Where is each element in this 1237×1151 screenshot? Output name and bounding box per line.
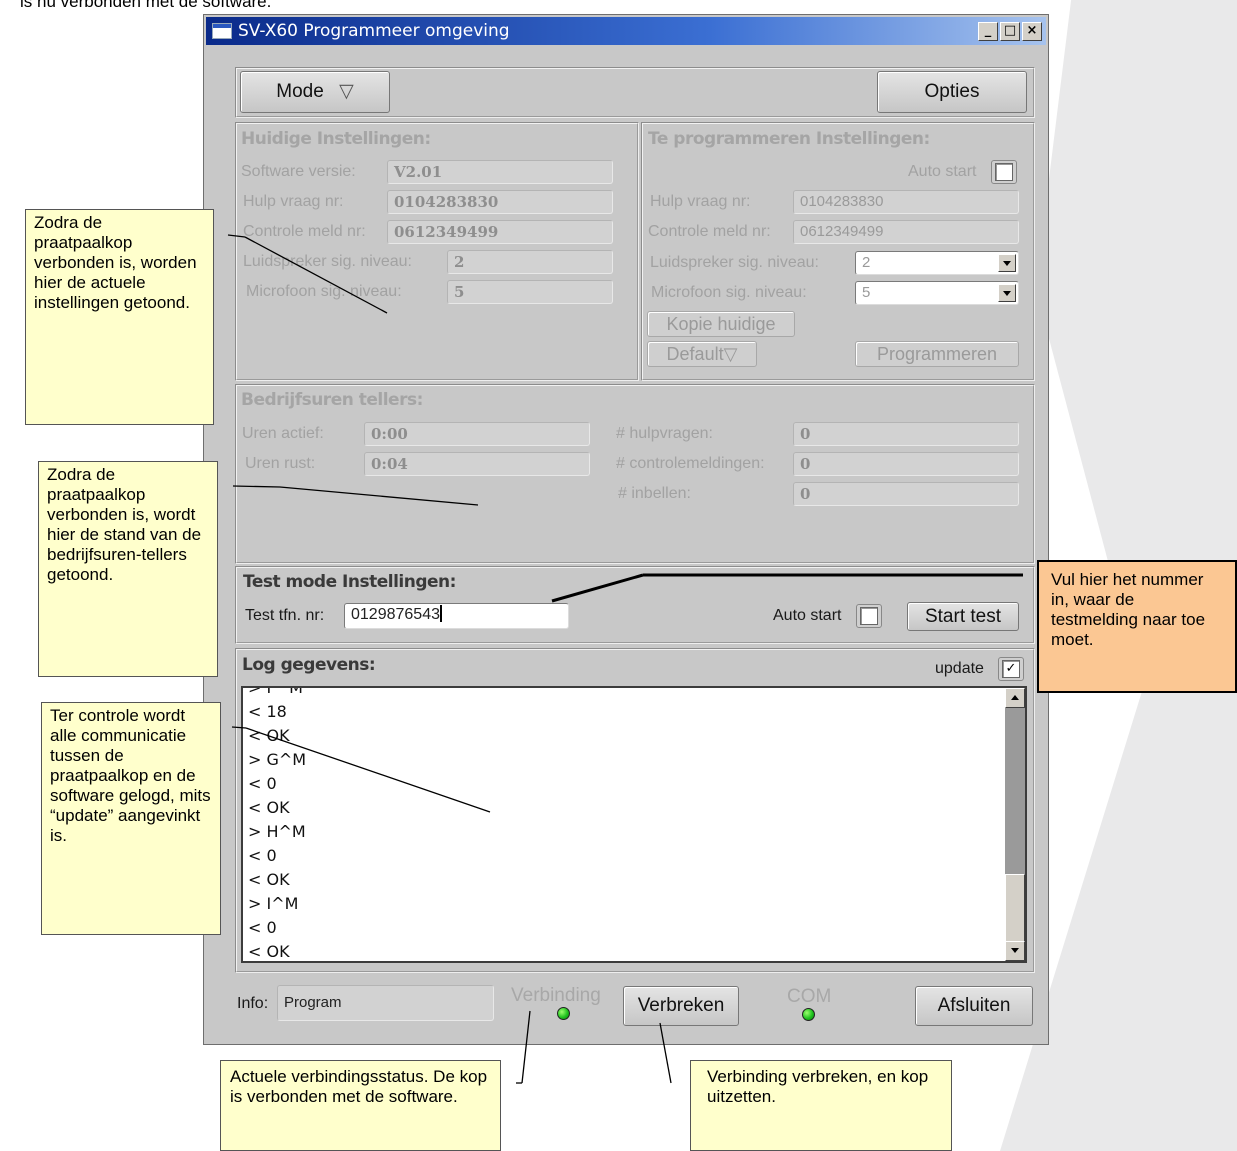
log-textarea[interactable]: > F^M < 18 < OK > G^M < 0 < OK > H^M < 0… <box>241 686 1027 963</box>
test-phone-value: 0129876543 <box>351 606 440 623</box>
program-speaker-label: Luidspreker sig. niveau: <box>650 254 819 271</box>
test-auto-start-checkbox[interactable] <box>860 607 878 625</box>
annotation-test-number: Vul hier het nummer in, waar de testmeld… <box>1037 560 1237 693</box>
program-auto-start-checkbox[interactable] <box>995 163 1013 181</box>
software-version-field: V2.01 <box>387 160 613 184</box>
log-title: Log gegevens: <box>242 655 376 675</box>
hours-rest-field: 0:04 <box>364 452 590 476</box>
control-nr-label: Controle meld nr: <box>243 223 366 240</box>
dialins-field: 0 <box>793 482 1019 506</box>
log-update-checkbox[interactable]: ✓ <box>1002 660 1020 678</box>
mode-dropdown-button[interactable]: Mode ▽ <box>240 71 390 113</box>
speaker-level-label: Luidspreker sig. niveau: <box>243 253 412 270</box>
title-bar[interactable]: SV-X60 Programmeer omgeving _ □ × <box>206 17 1046 45</box>
default-label: Default <box>666 344 724 364</box>
current-settings-title: Huidige Instellingen: <box>241 129 431 149</box>
log-line: < OK <box>248 798 290 817</box>
annotation-connection-status: Actuele verbindingsstatus. De kop is ver… <box>220 1060 501 1151</box>
program-mic-select[interactable]: 5 <box>855 281 1019 305</box>
log-line: < OK <box>248 870 290 889</box>
program-control-nr-field[interactable]: 0612349499 <box>793 220 1019 244</box>
mic-level-field: 5 <box>447 280 613 304</box>
chevron-down-icon: ▽ <box>339 81 354 102</box>
program-auto-start-label: Auto start <box>908 163 977 180</box>
control-nr-field: 0612349499 <box>387 220 613 244</box>
annotation-current-settings: Zodra de praatpaalkop verbonden is, word… <box>25 209 214 425</box>
options-button[interactable]: Opties <box>877 71 1027 113</box>
counters-title: Bedrijfsuren tellers: <box>241 390 423 410</box>
connection-status-led-icon <box>557 1007 570 1020</box>
control-msgs-field: 0 <box>793 452 1019 476</box>
page-top-text: is nu verbonden met de software. <box>20 0 272 11</box>
program-help-nr-field[interactable]: 0104283830 <box>793 190 1019 214</box>
log-line: > I^M <box>248 894 299 913</box>
dialins-label: # inbellen: <box>618 485 691 502</box>
copy-current-button[interactable]: Kopie huidige <box>647 311 795 337</box>
annotation-counters: Zodra de praatpaalkop verbonden is, word… <box>38 461 218 677</box>
program-button[interactable]: Programmeren <box>855 341 1019 367</box>
connection-label: Verbinding <box>511 985 601 1006</box>
mode-label: Mode <box>276 81 324 102</box>
com-status-led-icon <box>802 1008 815 1021</box>
info-label: Info: <box>237 995 269 1012</box>
minimize-button[interactable]: _ <box>978 22 998 41</box>
close-app-button[interactable]: Afsluiten <box>915 986 1033 1026</box>
close-button[interactable]: × <box>1022 22 1042 41</box>
log-line: < OK <box>248 942 290 961</box>
annotation-disconnect: Verbinding verbreken, en kop uitzetten. <box>690 1060 952 1151</box>
speaker-level-field: 2 <box>447 250 613 274</box>
log-line: > F^M <box>248 686 303 697</box>
help-requests-field: 0 <box>793 422 1019 446</box>
log-line: < OK <box>248 726 290 745</box>
test-phone-input[interactable]: 0129876543 <box>344 603 569 629</box>
hours-rest-label: Uren rust: <box>245 455 316 472</box>
help-nr-label: Hulp vraag nr: <box>243 193 344 210</box>
log-line: > G^M <box>248 750 307 769</box>
text-cursor <box>439 605 442 622</box>
program-settings-title: Te programmeren Instellingen: <box>648 129 930 149</box>
app-icon <box>212 23 232 39</box>
program-mic-value: 5 <box>862 284 871 301</box>
program-speaker-select[interactable]: 2 <box>855 251 1019 275</box>
default-dropdown-button[interactable]: Default▽ <box>647 341 757 367</box>
log-line: < 0 <box>248 774 277 793</box>
program-control-nr-label: Controle meld nr: <box>648 223 771 240</box>
disconnect-button[interactable]: Verbreken <box>623 986 739 1026</box>
hours-active-label: Uren actief: <box>242 425 324 442</box>
help-nr-field: 0104283830 <box>387 190 613 214</box>
test-auto-start-label: Auto start <box>773 607 842 624</box>
scroll-up-icon[interactable] <box>1005 688 1025 708</box>
log-line: < 18 <box>248 702 287 721</box>
maximize-button[interactable]: □ <box>1000 22 1020 41</box>
annotation-log: Ter controle wordt alle communicatie tus… <box>41 702 221 935</box>
test-mode-title: Test mode Instellingen: <box>243 572 456 592</box>
program-speaker-value: 2 <box>862 254 871 271</box>
chevron-down-icon: ▽ <box>723 344 738 364</box>
main-window: SV-X60 Programmeer omgeving _ □ × Mode ▽… <box>203 14 1049 1045</box>
window-title: SV-X60 Programmeer omgeving <box>238 21 510 41</box>
info-field: Program <box>277 985 494 1021</box>
com-label: COM <box>787 986 832 1007</box>
log-update-label: update <box>935 660 984 677</box>
chevron-down-icon[interactable] <box>998 254 1016 272</box>
control-msgs-label: # controlemeldingen: <box>616 455 765 472</box>
log-line: < 0 <box>248 918 277 937</box>
scroll-thumb[interactable] <box>1005 874 1025 944</box>
scroll-track[interactable] <box>1005 708 1025 874</box>
program-mic-label: Microfoon sig. niveau: <box>651 284 807 301</box>
scroll-down-icon[interactable] <box>1005 941 1025 961</box>
program-help-nr-label: Hulp vraag nr: <box>650 193 751 210</box>
mic-level-label: Microfoon sig. niveau: <box>246 283 402 300</box>
help-requests-label: # hulpvragen: <box>616 425 713 442</box>
test-phone-label: Test tfn. nr: <box>245 607 325 624</box>
log-lines: > F^M < 18 < OK > G^M < 0 < OK > H^M < 0… <box>248 686 307 961</box>
chevron-down-icon[interactable] <box>998 284 1016 302</box>
start-test-button[interactable]: Start test <box>907 602 1019 631</box>
window-controls: _ □ × <box>978 22 1042 41</box>
log-line: > H^M <box>248 822 306 841</box>
hours-active-field: 0:00 <box>364 422 590 446</box>
software-version-label: Software versie: <box>241 163 356 180</box>
log-scrollbar[interactable] <box>1005 688 1025 961</box>
log-line: < 0 <box>248 846 277 865</box>
